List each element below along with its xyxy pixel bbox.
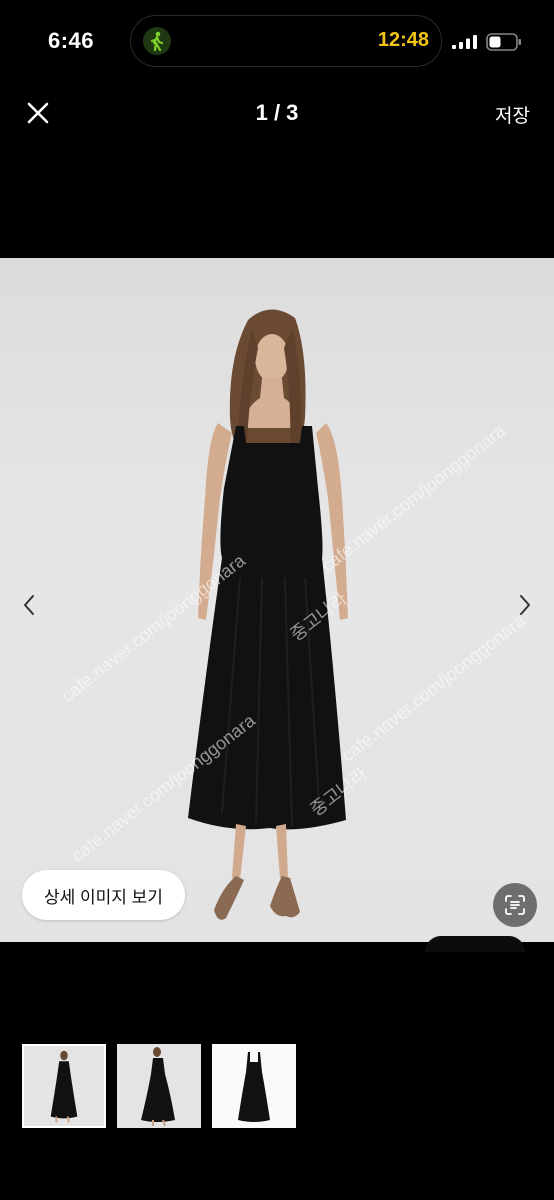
signal-icon (452, 35, 477, 49)
thumbnail-2[interactable] (117, 1044, 201, 1128)
battery-icon (486, 33, 521, 51)
chevron-left-icon (24, 595, 34, 615)
viewer-header: 1 / 3 저장 (0, 84, 554, 144)
status-time: 6:46 (48, 28, 95, 53)
view-detail-images-button[interactable]: 상세 이미지 보기 (22, 870, 185, 920)
save-button[interactable]: 저장 (495, 101, 530, 128)
dynamic-island[interactable]: 12:48 (130, 15, 442, 67)
status-bar: 6:46 12:48 (0, 0, 554, 84)
thumbnail-side-view-image (141, 1047, 175, 1127)
previous-image-button[interactable] (20, 592, 40, 618)
bottom-sheet-handle (425, 936, 525, 952)
thumbnail-1[interactable] (22, 1044, 106, 1128)
next-image-button[interactable] (514, 592, 534, 618)
activity-time: 12:48 (377, 29, 429, 51)
thumbnail-3[interactable] (212, 1044, 296, 1128)
thumbnail-front-view-image (50, 1050, 78, 1123)
thumbnail-strip (22, 1044, 296, 1128)
live-text-button[interactable] (493, 883, 537, 927)
chevron-right-icon (520, 595, 530, 615)
image-counter: 1 / 3 (255, 100, 299, 125)
text-scan-icon (505, 895, 525, 915)
product-photo[interactable]: cafe.naver.com/joonggonara 중고나라 cafe.nav… (0, 258, 554, 942)
thumbnail-flat-dress-image (238, 1052, 270, 1122)
walking-icon (143, 27, 171, 55)
